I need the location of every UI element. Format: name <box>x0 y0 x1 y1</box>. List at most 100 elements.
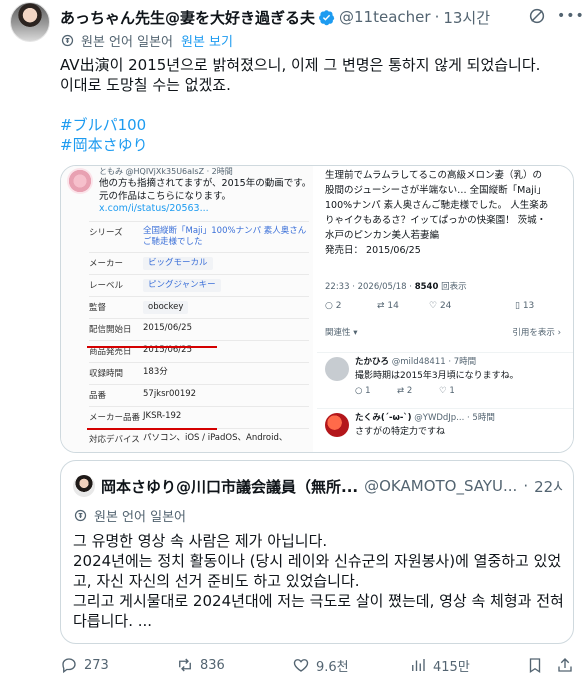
repost-icon <box>179 658 191 672</box>
table-row: 商品発売日 2015/06/25 <box>89 340 309 362</box>
quoted-tweet-time[interactable]: 22시간 <box>534 476 563 496</box>
row-value: obockey <box>143 301 189 314</box>
quoted-body-line: 그리고 게시물대로 2024년대에 저는 극도로 살이 쪘는데, 영상 속 체형… <box>73 592 564 610</box>
row-value: パソコン、iOS / iPadOS、Android、 <box>143 433 288 443</box>
row-value: 183分 <box>143 367 168 377</box>
reply-avatar <box>325 413 349 437</box>
quoted-author-name[interactable]: 岡本さゆり@川口市議会議員（無所... <box>101 476 358 496</box>
row-key: レーベル <box>89 281 124 291</box>
screenshot-text-line: 他の方も指摘されてますが、2015年の動画です。 <box>99 178 312 189</box>
screenshot-show-quotes: 引用を表示 › <box>512 328 561 338</box>
reply-text: 撮影時期は2015年3月頃になりますね。 <box>355 371 519 381</box>
table-row: メーカー ビッグモーカル <box>89 252 309 274</box>
tweet-time[interactable]: 13시간 <box>443 7 490 28</box>
row-value: 全国縦断「Maji」100%ナンパ 素人奥さんご馳走様でした <box>143 226 307 247</box>
screenshot-text: 他の方も指摘されてますが、2015年の動画です。 元の作品はこちらになります。 <box>99 177 311 203</box>
author-display-name[interactable]: あっちゃん先生@妻を大好き過ぎる夫 <box>60 7 315 28</box>
views-button[interactable]: 415만 <box>409 654 470 676</box>
quoted-author-avatar[interactable] <box>73 475 95 497</box>
bookmark-icon <box>529 658 541 674</box>
repost-count: 836 <box>200 657 225 673</box>
table-row: 品番 57jksr00192 <box>89 384 309 406</box>
body-line: AV出演이 2015년으로 밝혀졌으니, 이제 그 변명은 통하지 않게 되었습… <box>60 56 541 74</box>
media-grid: ともみ @HQIVjXk35U6aIsZ · 2時間 他の方も指摘されてますが、… <box>60 165 574 453</box>
screenshot-repost-count: ⇄ 14 <box>377 301 399 311</box>
tweet-header: あっちゃん先生@妻を大好き過ぎる夫 @11teacher · 13시간 <box>60 6 516 28</box>
screenshot-link: x.com/i/status/20563... <box>99 203 209 214</box>
media-image-left[interactable]: ともみ @HQIVjXk35U6aIsZ · 2時間 他の方も指摘されてますが、… <box>61 166 315 452</box>
view-count: 415만 <box>433 659 470 675</box>
reply-name: たかひろ <box>355 357 390 367</box>
reply-header: たかひろ @mild48411 · 7時間 <box>355 355 476 367</box>
separator-dot: · <box>434 8 440 26</box>
views-chart-icon <box>412 659 425 671</box>
screenshot-text-line: 元の作品はこちらになります。 <box>99 191 232 202</box>
author-avatar[interactable] <box>10 2 50 42</box>
screenshot-reply-count: ○ 2 <box>325 301 342 311</box>
table-row: メーカー品番 JKSR-192 <box>89 406 309 428</box>
screenshot-text-line: りゃイクもあるさ？イッてぱっかの快楽園！ 茨城・ <box>325 215 547 226</box>
more-options-icon[interactable]: ••• <box>557 8 584 24</box>
like-button[interactable]: 9.6천 <box>292 654 349 676</box>
grok-icon[interactable] <box>528 7 546 25</box>
reply-avatar <box>325 357 349 381</box>
bookmark-button[interactable] <box>526 654 550 676</box>
screenshot-header: ともみ @HQIVjXk35U6aIsZ · 2時間 <box>99 167 233 176</box>
repost-button[interactable]: 836 <box>176 654 225 676</box>
quoted-tweet-header: 岡本さゆり@川口市議会議員（無所... @OKAMOTO_SAYU... · 2… <box>101 476 563 496</box>
row-key: メーカー品番 <box>89 413 141 423</box>
body-line: 이대로 도망칠 수는 없겠죠. <box>60 76 231 94</box>
hashtag-link[interactable]: #ブルパ100 <box>60 115 570 135</box>
quoted-body-line: 그 유명한 영상 속 사람은 제가 아닙니다. <box>73 532 328 550</box>
row-key: 配信開始日 <box>89 325 132 335</box>
row-key: 品番 <box>89 391 107 401</box>
screenshot-views-label: 回表示 <box>438 282 467 292</box>
table-row: シリーズ 全国縦断「Maji」100%ナンパ 素人奥さんご馳走様でした <box>89 221 309 252</box>
body-spacer <box>60 95 570 115</box>
screenshot-meta: 22:33 · 2026/05/18 · 8540 回表示 <box>325 280 467 292</box>
media-image-right[interactable]: 生理前でムラムラしてるこの高級メロン妻（乳）の 股間のジューシーさが半端ない… … <box>317 166 573 452</box>
quoted-tweet-body: 그 유명한 영상 속 사람은 제가 아닙니다. 2024년에는 정치 활동이나 … <box>73 531 567 631</box>
reply-header: たくみ(´-ω-`) @YWDdJp... · 5時間 <box>355 411 495 423</box>
heart-icon <box>293 659 309 672</box>
share-button[interactable] <box>556 654 580 676</box>
row-key: 収録時間 <box>89 369 124 379</box>
screenshot-reply: たくみ(´-ω-`) @YWDdJp... · 5時間 さすがの特定力ですね <box>317 408 573 452</box>
translation-label: 원본 언어 일본어 <box>81 34 173 50</box>
quoted-author-handle[interactable]: @OKAMOTO_SAYU... <box>364 477 517 495</box>
row-value: 57jksr00192 <box>143 389 197 399</box>
screenshot-text-line: 水戸のピンカン美人若妻編 <box>325 230 440 241</box>
author-handle[interactable]: @11teacher <box>339 8 431 26</box>
reply-name: たくみ(´-ω-`) <box>355 413 412 423</box>
translate-icon <box>74 509 87 522</box>
highlight-underline <box>87 346 217 348</box>
table-row: 対応デバイス パソコン、iOS / iPadOS、Android、 <box>89 428 309 450</box>
maker-code-value: JKSR-192 <box>143 411 182 421</box>
screenshot-like-count: ♡ 24 <box>429 301 452 311</box>
table-row: 収録時間 183分 <box>89 362 309 384</box>
screenshot-actions: ○ 2 ⇄ 14 ♡ 24 ▯ 13 <box>325 301 565 315</box>
screenshot-text-line: 発売日： 2015/06/25 <box>325 245 421 256</box>
screenshot-text-line: 股間のジューシーさが半端ない… 全国縦断「Maji」 <box>325 185 546 196</box>
highlight-underline <box>87 428 217 430</box>
product-info-table: シリーズ 全国縦断「Maji」100%ナンパ 素人奥さんご馳走様でした メーカー… <box>89 221 309 450</box>
translate-icon <box>61 34 74 46</box>
separator-dot: · <box>523 477 529 495</box>
reply-count: 273 <box>84 657 109 673</box>
tweet: あっちゃん先生@妻を大好き過ぎる夫 @11teacher · 13시간 ••• … <box>0 0 586 686</box>
quoted-translation-label: 원본 언어 일본어 <box>94 510 186 525</box>
release-date-value: 2015/06/25 <box>143 323 192 333</box>
table-row: 監督 obockey <box>89 296 309 318</box>
reply-button[interactable]: 273 <box>60 654 109 676</box>
quoted-tweet[interactable]: 岡本さゆり@川口市議会議員（無所... @OKAMOTO_SAYU... · 2… <box>60 460 574 644</box>
show-original-link[interactable]: 원본 보기 <box>181 31 233 50</box>
screenshot-text-line: 生理前でムラムラしてるこの高級メロン妻（乳）の <box>325 170 542 181</box>
reply-handle: @YWDdJp... · 5時間 <box>414 413 495 423</box>
screenshot-bookmark-count: ▯ 13 <box>515 301 535 311</box>
screenshot-sort: 関連性 ▾ <box>325 328 358 338</box>
quoted-body-line: 고, 자신 자신의 선거 준비도 하고 있었습니다. <box>73 572 360 590</box>
row-key: 監督 <box>89 303 107 313</box>
hashtag-link[interactable]: #岡本さゆり <box>60 135 570 155</box>
screenshot-post-text: 生理前でムラムラしてるこの高級メロン妻（乳）の 股間のジューシーさが半端ない… … <box>325 168 571 258</box>
reply-icon <box>62 658 76 674</box>
